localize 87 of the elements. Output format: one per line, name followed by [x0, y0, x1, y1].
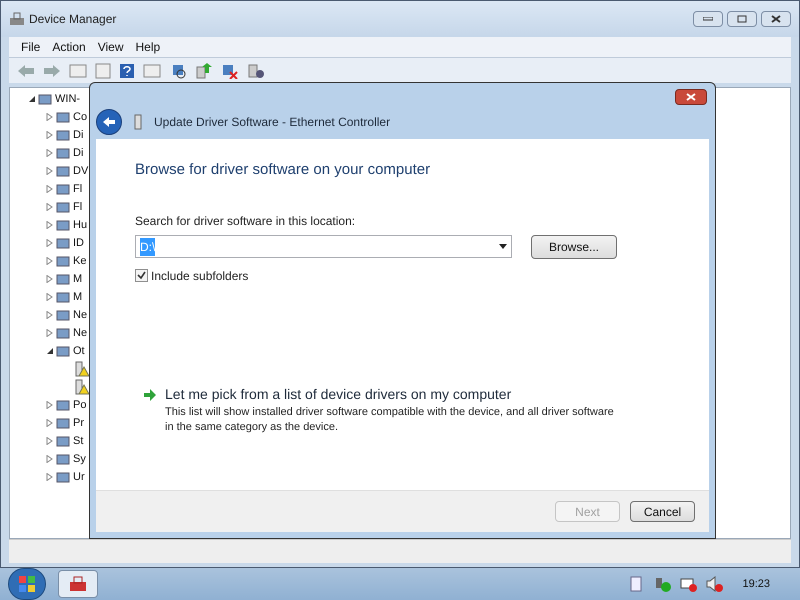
- tree-item[interactable]: Fl: [73, 180, 82, 198]
- tree-item[interactable]: Ne: [73, 324, 88, 342]
- help-icon[interactable]: [119, 62, 135, 78]
- close-icon: [771, 15, 781, 23]
- back-button[interactable]: [96, 109, 122, 135]
- cancel-button[interactable]: Cancel: [630, 501, 695, 522]
- include-subfolders-label: Include subfolders: [151, 268, 248, 284]
- window-title: Device Manager: [29, 11, 116, 28]
- collapsed-triangle-icon[interactable]: [46, 149, 53, 157]
- collapsed-triangle-icon[interactable]: [46, 113, 53, 121]
- close-icon: [686, 93, 696, 101]
- menu-item[interactable]: Help: [136, 38, 160, 56]
- tree-item[interactable]: Sy: [73, 450, 86, 468]
- tree-item[interactable]: Co: [73, 108, 88, 126]
- forward-arrow-icon[interactable]: [43, 64, 61, 78]
- console-tree-icon[interactable]: [69, 64, 87, 78]
- properties-icon[interactable]: [95, 62, 111, 78]
- dropdown-caret-icon[interactable]: [499, 244, 507, 249]
- collapsed-triangle-icon[interactable]: [46, 167, 53, 175]
- tree-item[interactable]: Po: [73, 396, 86, 414]
- tree-item[interactable]: Ot: [73, 342, 85, 360]
- expanded-triangle-icon[interactable]: [46, 347, 53, 355]
- tree-item[interactable]: WIN-: [55, 90, 80, 108]
- arrow-icon: [143, 388, 157, 400]
- pick-from-list-link[interactable]: Let me pick from a list of device drivers on my computer: [165, 384, 625, 404]
- collapsed-triangle-icon[interactable]: [46, 221, 53, 229]
- network-adapter-icon: [134, 114, 142, 130]
- collapsed-triangle-icon[interactable]: [46, 239, 53, 247]
- windows-logo-icon: [18, 575, 36, 593]
- minimize-icon: [703, 17, 713, 21]
- clock: 19:23: [742, 576, 770, 592]
- dialog-heading: Browse for driver software on your computer: [135, 160, 432, 180]
- minimize-button[interactable]: [693, 11, 723, 27]
- back-arrow-icon[interactable]: [17, 64, 35, 78]
- collapsed-triangle-icon[interactable]: [46, 185, 53, 193]
- menu-item[interactable]: View: [98, 38, 124, 56]
- maximize-icon: [737, 15, 747, 23]
- tree-item[interactable]: Ur: [73, 468, 85, 486]
- browse-button[interactable]: Browse...: [531, 234, 617, 258]
- collapsed-triangle-icon[interactable]: [46, 131, 53, 139]
- collapsed-triangle-icon[interactable]: [46, 437, 53, 445]
- tree-item[interactable]: M: [73, 288, 82, 306]
- collapsed-triangle-icon[interactable]: [46, 473, 53, 481]
- speaker-muted-tray-icon[interactable]: [706, 576, 724, 592]
- collapsed-triangle-icon[interactable]: [46, 293, 53, 301]
- tree-item[interactable]: DV: [73, 162, 88, 180]
- document-tray-icon[interactable]: [630, 576, 642, 592]
- tree-item[interactable]: ID: [73, 234, 84, 252]
- location-value: D:\: [140, 238, 156, 256]
- device-manager-icon: [9, 11, 25, 27]
- tree-item[interactable]: M: [73, 270, 82, 288]
- action-pane-icon[interactable]: [143, 64, 161, 78]
- network-error-tray-icon[interactable]: [680, 576, 698, 592]
- taskbar-device-manager-button[interactable]: [58, 570, 98, 598]
- tree-item[interactable]: Pr: [73, 414, 84, 432]
- collapsed-triangle-icon[interactable]: [46, 203, 53, 211]
- tree-item[interactable]: Di: [73, 144, 84, 162]
- collapsed-triangle-icon[interactable]: [46, 419, 53, 427]
- menu-item[interactable]: Action: [52, 38, 86, 56]
- disable-device-icon[interactable]: [221, 62, 239, 78]
- tree-item[interactable]: Hu: [73, 216, 88, 234]
- start-button[interactable]: [8, 568, 46, 600]
- collapsed-triangle-icon[interactable]: [46, 401, 53, 409]
- device-manager-icon: [69, 576, 87, 592]
- tree-item[interactable]: Ne: [73, 306, 88, 324]
- collapsed-triangle-icon[interactable]: [46, 329, 53, 337]
- pick-description: This list will show installed driver software compatible with the device, and all driver software in the same category as the device.: [165, 404, 615, 434]
- update-driver-icon[interactable]: [195, 62, 213, 78]
- include-subfolders-checkbox[interactable]: [135, 269, 148, 282]
- close-button[interactable]: [761, 11, 791, 27]
- collapsed-triangle-icon[interactable]: [46, 275, 53, 283]
- menu-item[interactable]: File: [21, 38, 40, 56]
- close-button[interactable]: [675, 89, 707, 105]
- checkmark-icon: [137, 271, 146, 280]
- expanded-triangle-icon[interactable]: [28, 95, 35, 103]
- device-check-tray-icon[interactable]: [654, 576, 672, 592]
- location-label: Search for driver software in this location:: [135, 212, 356, 230]
- back-arrow-icon: [102, 116, 116, 128]
- tree-item[interactable]: Di: [73, 126, 84, 144]
- tree-item[interactable]: St: [73, 432, 84, 450]
- collapsed-triangle-icon[interactable]: [46, 311, 53, 319]
- tree-item[interactable]: Fl: [73, 198, 82, 216]
- tree-item[interactable]: Ke: [73, 252, 86, 270]
- dialog-title: Update Driver Software - Ethernet Controller: [154, 114, 390, 131]
- collapsed-triangle-icon[interactable]: [46, 257, 53, 265]
- collapsed-triangle-icon[interactable]: [46, 455, 53, 463]
- maximize-button[interactable]: [727, 11, 757, 27]
